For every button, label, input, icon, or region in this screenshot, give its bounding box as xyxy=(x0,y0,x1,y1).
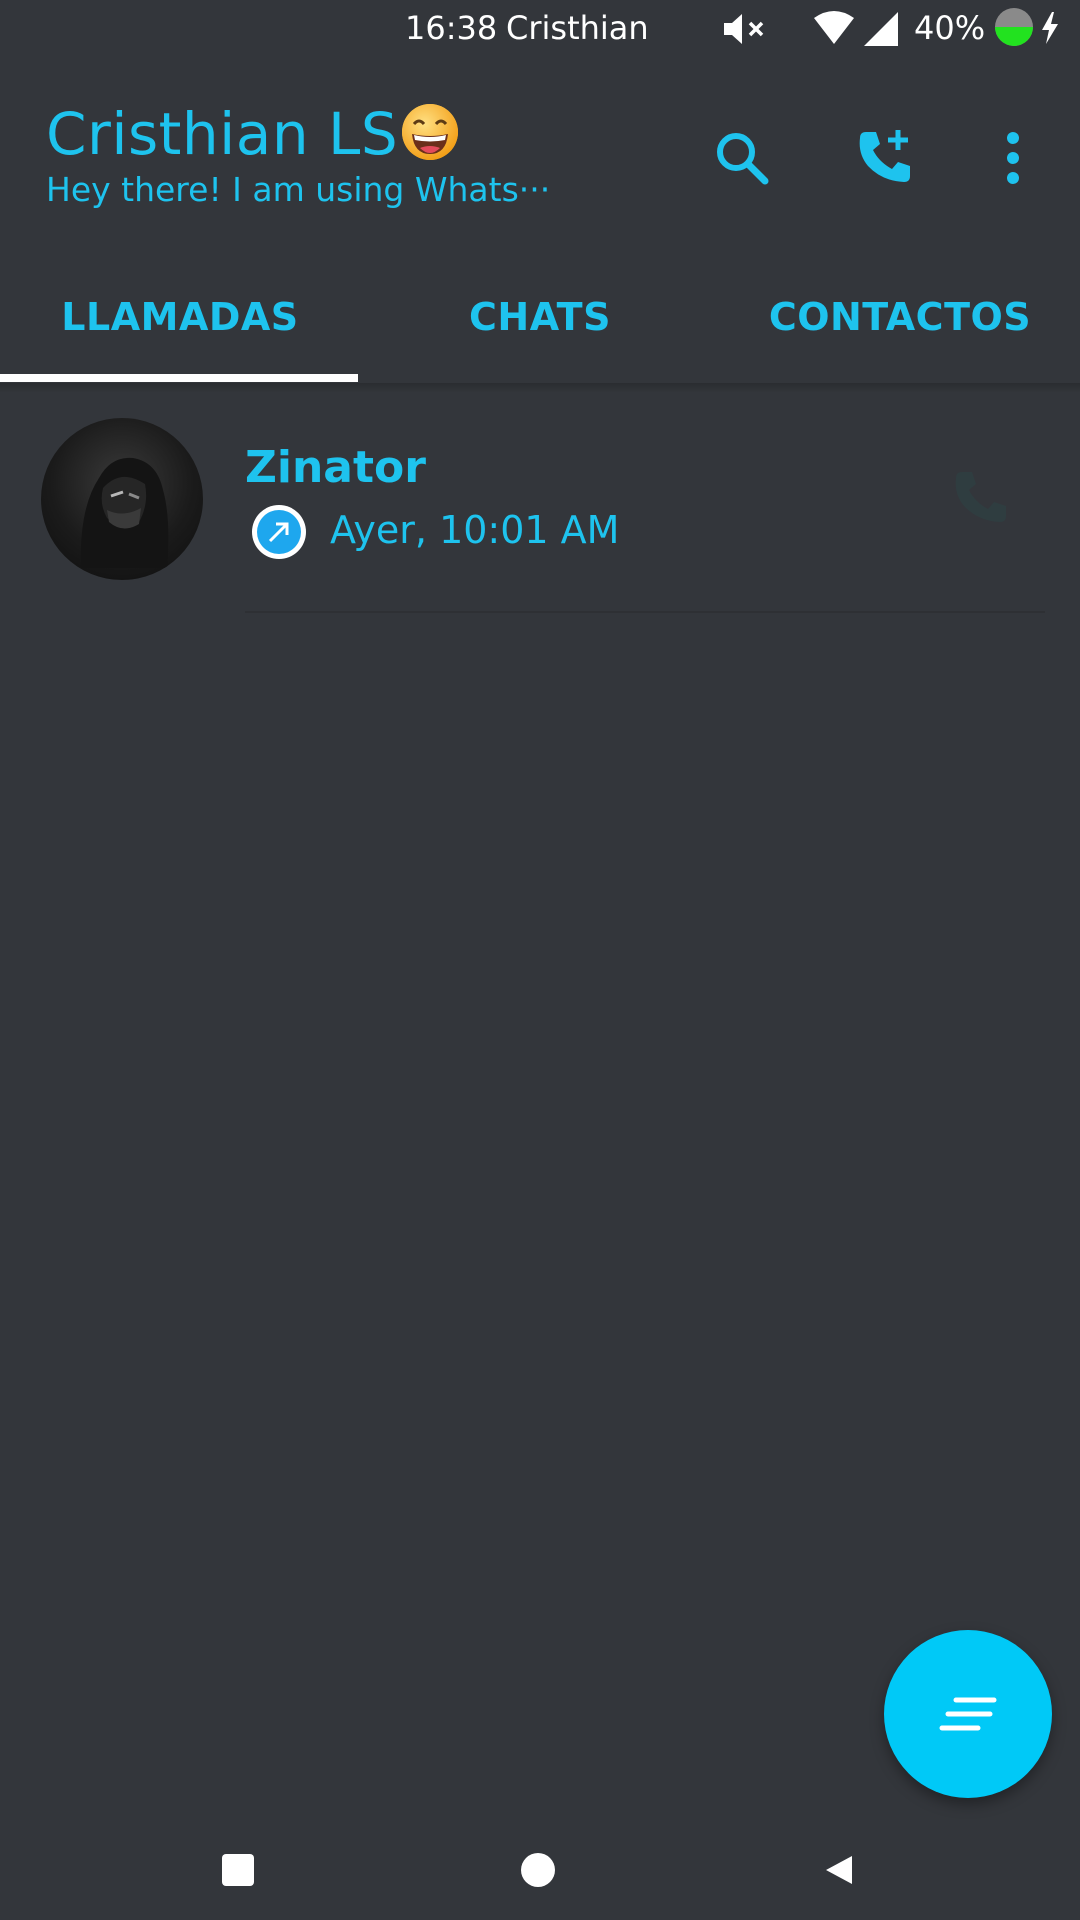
row-divider xyxy=(245,611,1045,613)
screen: 16:38 Cristhian 40% Cristhian LS Hey the… xyxy=(0,0,1080,1920)
new-call-fab[interactable] xyxy=(884,1630,1052,1798)
charging-icon xyxy=(1042,12,1058,44)
tab-bar: LLAMADAS CHATS CONTACTOS xyxy=(0,250,1080,384)
home-icon xyxy=(521,1853,555,1887)
search-icon xyxy=(717,133,769,185)
tab-bar-shadow xyxy=(0,383,1080,393)
mute-icon xyxy=(724,14,764,44)
outgoing-call-icon xyxy=(252,505,306,559)
add-call-icon xyxy=(859,130,910,182)
profile-status: Hey there! I am using Whats··· xyxy=(46,170,551,209)
wifi-icon xyxy=(814,11,854,44)
profile-name: Cristhian LS xyxy=(46,100,399,168)
profile-title-row[interactable]: Cristhian LS xyxy=(46,100,460,168)
avatar-image xyxy=(80,457,169,568)
more-options-button[interactable] xyxy=(977,122,1049,194)
status-time: 16:38 xyxy=(405,9,498,47)
tab-indicator xyxy=(0,374,358,382)
call-time: Ayer, 10:01 AM xyxy=(330,508,620,552)
back-button[interactable] xyxy=(806,1838,870,1902)
avatar[interactable] xyxy=(41,418,203,580)
new-call-list-icon xyxy=(939,1697,997,1731)
contact-name: Zinator xyxy=(245,442,426,493)
navigation-bar xyxy=(0,1820,1080,1920)
app-header: Cristhian LS Hey there! I am using Whats… xyxy=(0,58,1080,250)
add-call-button[interactable] xyxy=(848,122,920,194)
grinning-face-emoji xyxy=(402,104,459,160)
back-icon xyxy=(826,1856,852,1884)
battery-icon xyxy=(995,8,1033,46)
home-button[interactable] xyxy=(506,1838,570,1902)
tab-llamadas[interactable]: LLAMADAS xyxy=(0,250,360,384)
phone-icon[interactable] xyxy=(950,466,1012,528)
more-options-icon xyxy=(1007,132,1019,184)
recent-apps-button[interactable] xyxy=(206,1838,270,1902)
battery-percent: 40% xyxy=(914,9,986,47)
tab-chats[interactable]: CHATS xyxy=(360,250,720,384)
status-bar: 16:38 Cristhian 40% xyxy=(0,0,1080,58)
call-list-item[interactable]: Zinator Ayer, 10:01 AM xyxy=(0,400,1080,613)
search-button[interactable] xyxy=(706,122,778,194)
signal-icon xyxy=(864,12,898,46)
status-carrier: Cristhian xyxy=(506,9,649,47)
recent-apps-icon xyxy=(222,1854,254,1886)
tab-contactos[interactable]: CONTACTOS xyxy=(720,250,1080,384)
